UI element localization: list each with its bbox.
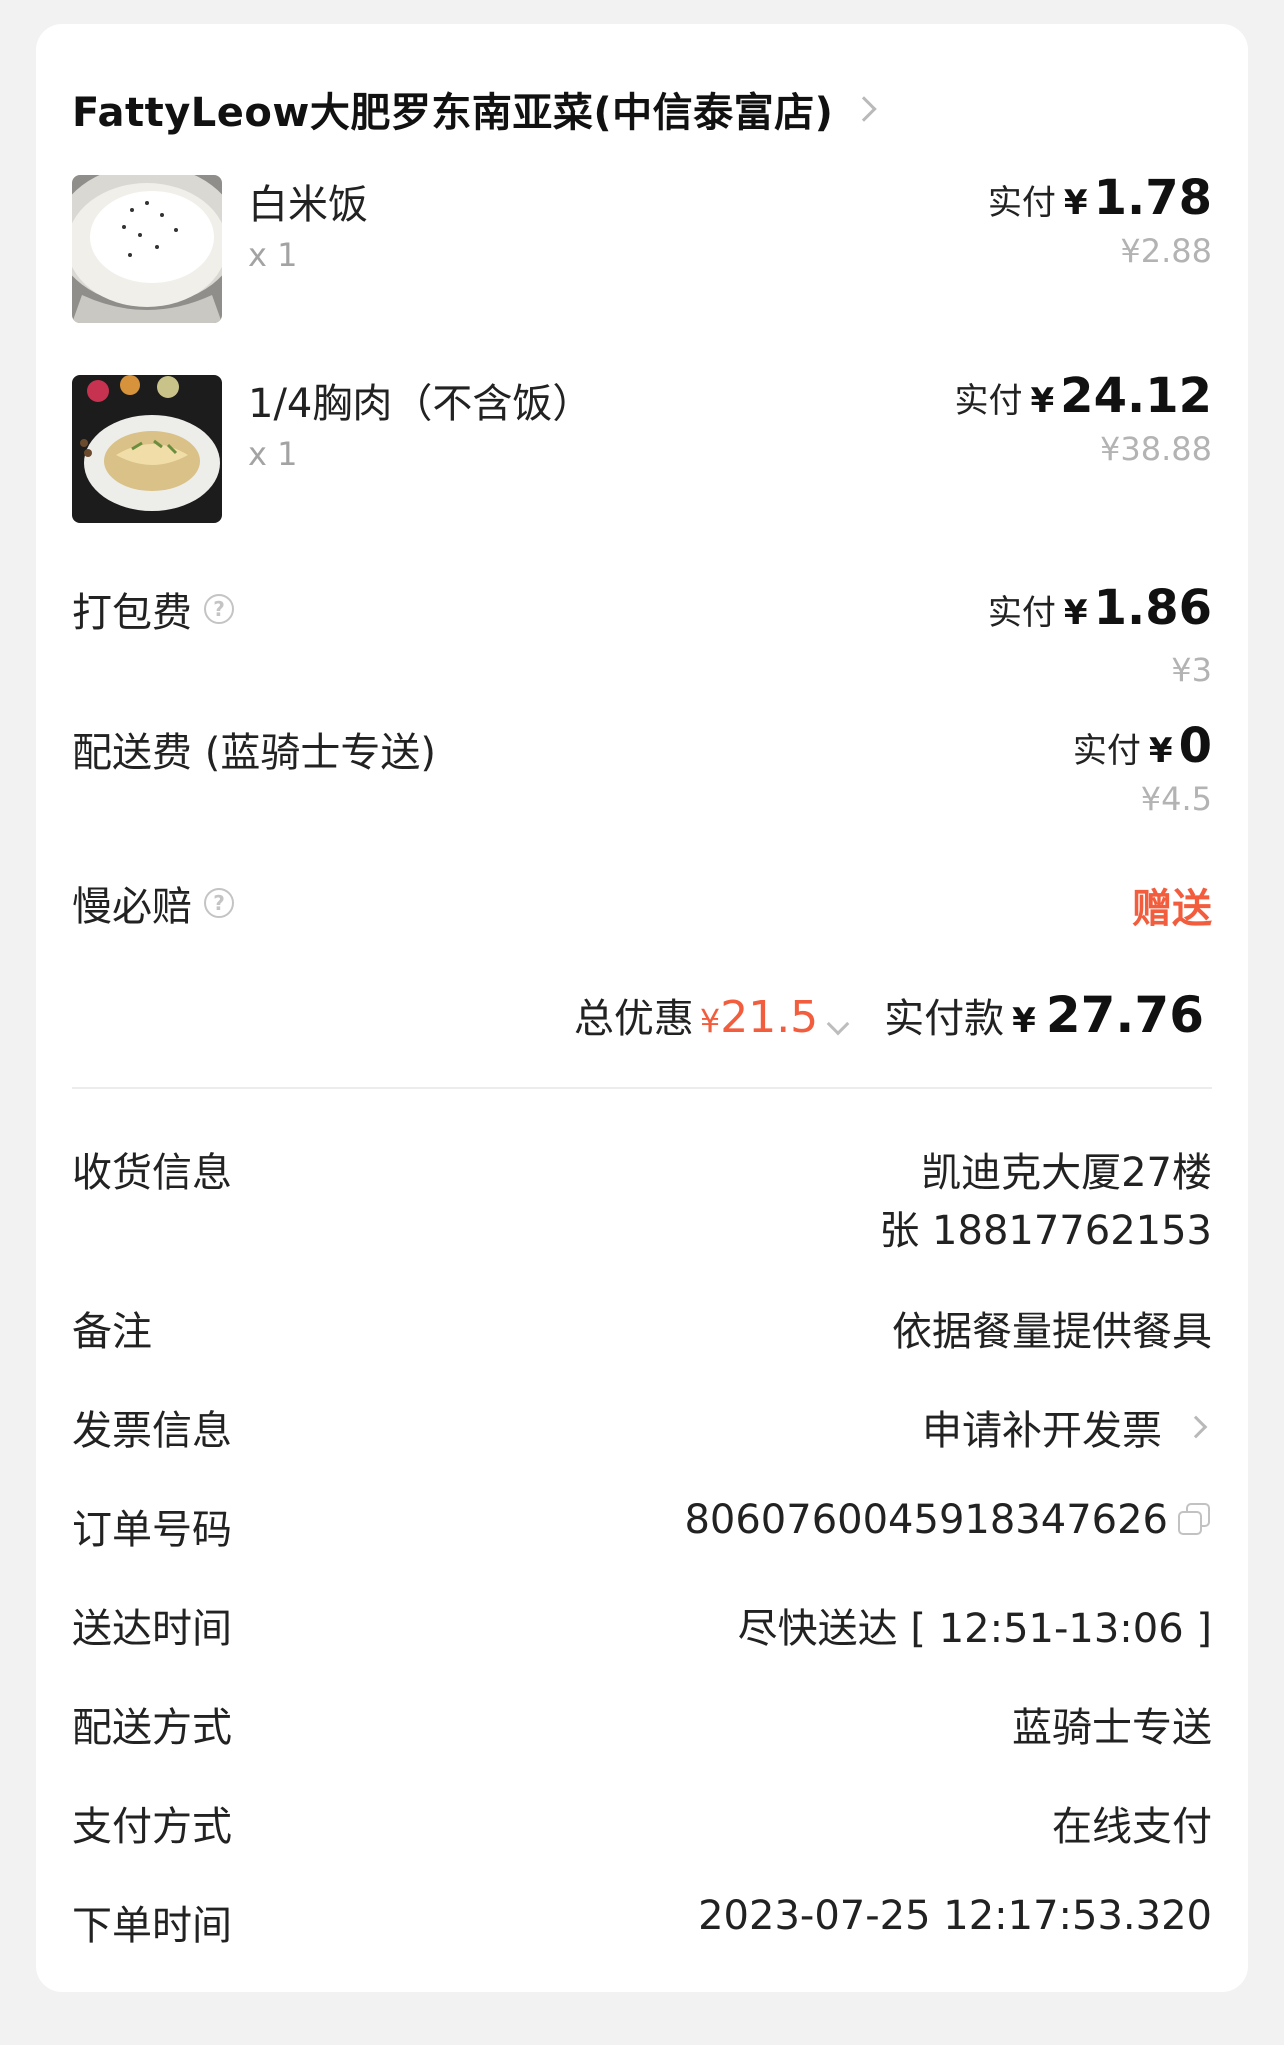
- packing-fee-paid: 实付 ¥ 1.86: [988, 580, 1212, 636]
- paid-value: 24.12: [1060, 368, 1212, 424]
- chevron-down-icon[interactable]: [826, 1012, 850, 1036]
- currency-symbol: ¥: [1148, 731, 1173, 771]
- item-quantity: x 1: [248, 435, 298, 473]
- chevron-right-icon[interactable]: [851, 96, 878, 122]
- item-name: 白米饭: [248, 182, 368, 228]
- fee-label-text: 慢必赔: [72, 884, 192, 930]
- delivery-method-value: 蓝骑士专送: [1012, 1705, 1212, 1751]
- shop-header[interactable]: FattyLeow大肥罗东南亚菜(中信泰富店): [72, 74, 878, 144]
- invoice-link[interactable]: 申请补开发票: [922, 1398, 1212, 1456]
- order-number-label: 订单号码: [72, 1507, 232, 1553]
- paid-label: 实付: [954, 381, 1023, 421]
- item-name: 1/4胸肉（不含饭）: [248, 381, 593, 427]
- discount-currency: ¥: [699, 1002, 721, 1040]
- delivery-fee-label: 配送费 (蓝骑士专送): [72, 730, 436, 776]
- invoice-label: 发票信息: [72, 1408, 232, 1454]
- item-quantity: x 1: [248, 236, 298, 274]
- delivery-fee-original: ¥4.5: [1140, 780, 1212, 818]
- total-paid-value: 27.76: [1045, 986, 1204, 1044]
- fee-label-text: 打包费: [72, 590, 192, 636]
- paid-value: 1.78: [1093, 170, 1212, 226]
- delivery-time-label: 送达时间: [72, 1606, 232, 1652]
- divider: [72, 1087, 1212, 1089]
- order-time-label: 下单时间: [72, 1903, 232, 1949]
- packing-fee-label: 打包费 ?: [72, 580, 234, 638]
- item-image-chicken: [72, 375, 222, 523]
- payment-method-value: 在线支付: [1052, 1804, 1212, 1850]
- remark-label: 备注: [72, 1309, 152, 1355]
- item-original-price: ¥38.88: [1100, 430, 1212, 468]
- order-number: 8060760045918347626: [684, 1497, 1212, 1543]
- discount-label: 总优惠: [573, 996, 694, 1042]
- delivery-method-label: 配送方式: [72, 1705, 232, 1751]
- paid-label: 实付: [987, 593, 1056, 633]
- order-detail-card: FattyLeow大肥罗东南亚菜(中信泰富店) 白米饭 x 1 实付 ¥ 1.7…: [36, 24, 1248, 1992]
- paid-label: 实付: [1072, 731, 1141, 771]
- help-circle-icon[interactable]: ?: [204, 888, 234, 918]
- currency-symbol: ¥: [1030, 381, 1055, 421]
- remark-value: 依据餐量提供餐具: [892, 1309, 1212, 1355]
- order-time-value: 2023-07-25 12:17:53.320: [698, 1893, 1212, 1939]
- paid-label: 实付: [987, 183, 1056, 223]
- payment-method-label: 支付方式: [72, 1804, 232, 1850]
- delivery-fee-paid: 实付 ¥ 0: [1073, 718, 1212, 774]
- packing-fee-original: ¥3: [1171, 651, 1212, 689]
- item-paid-price: 实付 ¥ 24.12: [955, 368, 1213, 424]
- late-compensation-value: 赠送: [1132, 886, 1212, 932]
- total-paid-currency: ¥: [1012, 1001, 1036, 1041]
- paid-value: 0: [1178, 718, 1212, 774]
- delivery-time-value: 尽快送达 [ 12:51-13:06 ]: [737, 1606, 1212, 1652]
- paid-value: 1.86: [1093, 580, 1212, 636]
- address-line-1: 凯迪克大厦27楼: [921, 1150, 1212, 1196]
- currency-symbol: ¥: [1063, 183, 1088, 223]
- copy-icon[interactable]: [1178, 1503, 1212, 1537]
- total-paid-label: 实付款: [884, 996, 1005, 1042]
- item-original-price: ¥2.88: [1120, 232, 1212, 270]
- totals-row: 总优惠 ¥ 21.5 实付款 ¥ 27.76: [574, 986, 1204, 1044]
- late-compensation-label: 慢必赔 ?: [72, 874, 234, 932]
- item-paid-price: 实付 ¥ 1.78: [988, 170, 1212, 226]
- currency-symbol: ¥: [1063, 593, 1088, 633]
- invoice-link-text[interactable]: 申请补开发票: [922, 1398, 1162, 1456]
- item-image-rice: [72, 175, 222, 323]
- order-number-value: 8060760045918347626: [684, 1497, 1168, 1543]
- chevron-right-icon[interactable]: [1184, 1415, 1208, 1439]
- address-label: 收货信息: [72, 1150, 232, 1196]
- address-line-2: 张 18817762153: [879, 1208, 1212, 1254]
- shop-name[interactable]: FattyLeow大肥罗东南亚菜(中信泰富店): [72, 80, 833, 138]
- discount-value: 21.5: [720, 992, 819, 1043]
- help-circle-icon[interactable]: ?: [204, 594, 234, 624]
